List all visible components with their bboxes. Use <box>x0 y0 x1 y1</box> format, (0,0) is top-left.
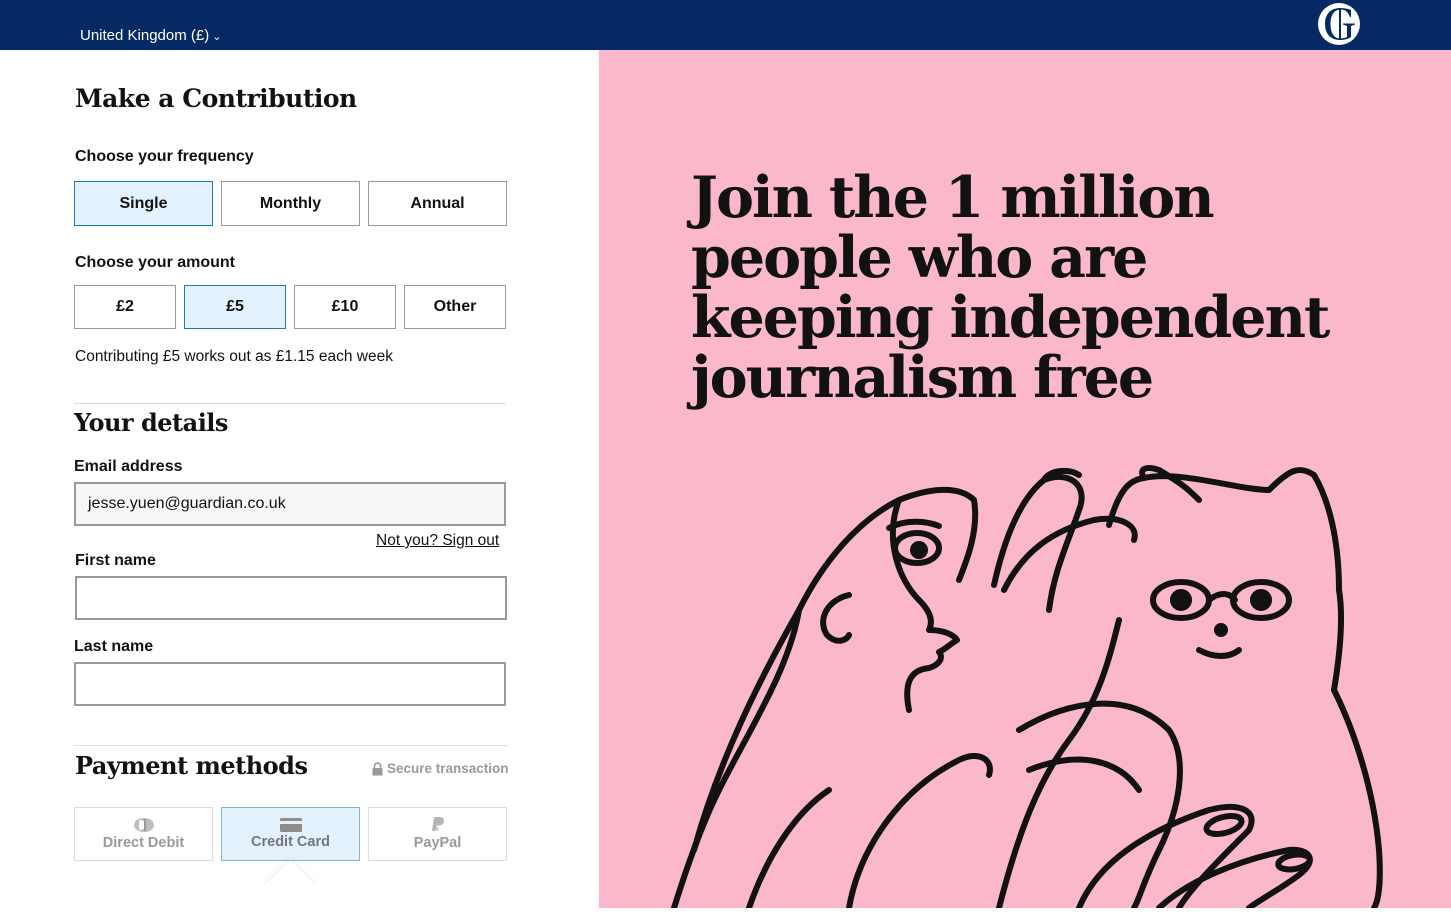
chevron-down-icon: ⌄ <box>212 31 222 43</box>
amount-weekly-note: Contributing £5 works out as £1.15 each … <box>75 348 393 365</box>
frequency-annual-button[interactable]: Annual <box>368 181 507 226</box>
frequency-monthly-button[interactable]: Monthly <box>221 181 360 226</box>
top-bar: United Kingdom (£) ⌄ <box>0 0 1451 50</box>
email-field[interactable]: jesse.yuen@guardian.co.uk <box>74 482 506 526</box>
frequency-label: Choose your frequency <box>75 148 254 165</box>
email-label: Email address <box>74 458 183 475</box>
payment-title: Payment methods <box>75 751 308 780</box>
payment-paypal-button[interactable]: PayPal <box>368 807 507 861</box>
person-and-cat-illustration <box>671 465 1383 908</box>
lock-icon <box>372 761 383 775</box>
frequency-single-button[interactable]: Single <box>74 181 213 226</box>
payment-method-label: PayPal <box>413 835 462 851</box>
country-selector[interactable]: United Kingdom (£) ⌄ <box>80 25 221 46</box>
hero-panel: Join the 1 million people who are keepin… <box>599 50 1451 908</box>
divider <box>74 745 508 746</box>
amount-2-button[interactable]: £2 <box>74 285 176 329</box>
details-title: Your details <box>74 408 228 437</box>
secure-transaction-badge: Secure transaction <box>372 761 509 776</box>
amount-5-button[interactable]: £5 <box>184 285 286 329</box>
divider <box>74 403 506 404</box>
credit-card-icon <box>279 818 302 832</box>
amount-10-button[interactable]: £10 <box>294 285 396 329</box>
amount-other-button[interactable]: Other <box>404 285 506 329</box>
payment-method-label: Credit Card <box>251 834 330 850</box>
paypal-icon <box>431 817 444 831</box>
last-name-field[interactable] <box>74 662 506 706</box>
payment-credit-card-button[interactable]: Credit Card <box>221 807 360 861</box>
amount-label: Choose your amount <box>75 254 236 271</box>
hero-headline: Join the 1 million people who are keepin… <box>691 164 1330 411</box>
secure-transaction-label: Secure transaction <box>387 761 509 776</box>
contribution-form-panel: Make a Contribution Choose your frequenc… <box>0 50 599 914</box>
last-name-label: Last name <box>74 638 154 655</box>
sign-out-link[interactable]: Not you? Sign out <box>376 532 499 550</box>
payment-direct-debit-button[interactable]: Direct Debit <box>74 807 213 861</box>
country-selector-label: United Kingdom (£) <box>80 26 210 44</box>
guardian-logo-icon[interactable] <box>1317 2 1361 46</box>
first-name-field[interactable] <box>75 576 507 620</box>
payment-method-label: Direct Debit <box>102 835 185 851</box>
selection-pointer <box>263 860 317 914</box>
form-title: Make a Contribution <box>75 84 357 113</box>
direct-debit-icon <box>133 818 154 832</box>
first-name-label: First name <box>75 552 156 569</box>
